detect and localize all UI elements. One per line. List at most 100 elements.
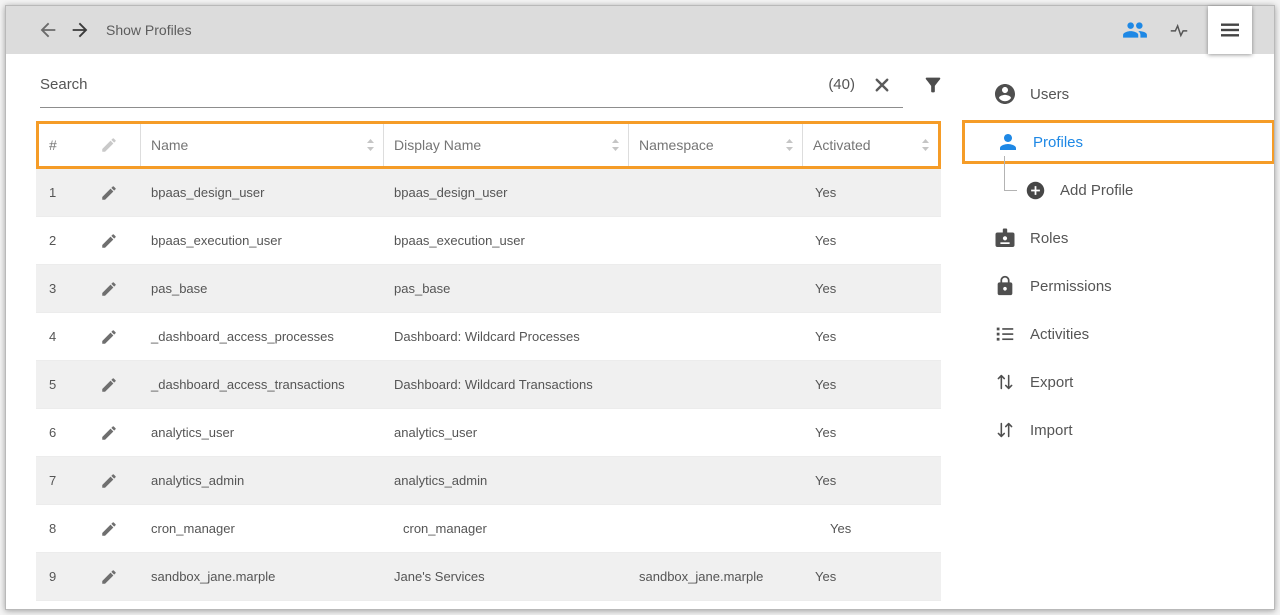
cell-index: 1: [39, 169, 85, 216]
cell-name: _dashboard_access_transactions: [141, 361, 384, 408]
edit-pencil-icon[interactable]: [99, 423, 119, 443]
cell-activated: Yes: [803, 457, 938, 504]
table-row[interactable]: 1 bpaas_design_user bpaas_design_user Ye…: [36, 169, 941, 217]
add-circle-icon: [1023, 178, 1047, 202]
cell-index: 3: [39, 265, 85, 312]
cell-index: 7: [39, 457, 85, 504]
cell-index: 4: [39, 313, 85, 360]
import-icon: [993, 418, 1017, 442]
account-circle-icon: [993, 82, 1017, 106]
cell-display-name: pas_base: [384, 265, 629, 312]
edit-pencil-icon[interactable]: [99, 375, 119, 395]
table-row[interactable]: 6 analytics_user analytics_user Yes: [36, 409, 941, 457]
users-group-icon[interactable]: [1120, 15, 1150, 45]
sidebar-item-label: Users: [1030, 86, 1069, 103]
cell-namespace: [629, 361, 803, 408]
cell-name: analytics_admin: [141, 457, 384, 504]
page-title: Show Profiles: [106, 22, 192, 38]
edit-pencil-icon[interactable]: [99, 567, 119, 587]
cell-edit: [85, 217, 141, 264]
edit-pencil-icon[interactable]: [99, 279, 119, 299]
sidebar-item-label: Permissions: [1030, 278, 1112, 295]
cell-edit: [85, 505, 141, 552]
sidebar-item-label: Roles: [1030, 230, 1068, 247]
cell-namespace: [629, 505, 803, 552]
search-input[interactable]: [40, 76, 828, 93]
sidebar-item-users[interactable]: Users: [947, 70, 1274, 118]
cell-activated: Yes: [803, 169, 938, 216]
cell-index: 8: [39, 505, 85, 552]
column-header-edit: [85, 124, 141, 166]
person-icon: [996, 130, 1020, 154]
profiles-table: # Name: [36, 121, 941, 601]
sidebar-item-label: Export: [1030, 374, 1073, 391]
sidebar-item-roles[interactable]: Roles: [947, 214, 1274, 262]
sort-arrows-icon: [921, 138, 930, 152]
activity-pulse-icon[interactable]: [1164, 15, 1194, 45]
cell-display-name: Dashboard: Wildcard Processes: [384, 313, 629, 360]
cell-name: _dashboard_access_processes: [141, 313, 384, 360]
table-row[interactable]: 2 bpaas_execution_user bpaas_execution_u…: [36, 217, 941, 265]
sidebar-item-permissions[interactable]: Permissions: [947, 262, 1274, 310]
forward-arrow-icon[interactable]: [68, 18, 92, 42]
sidebar-item-export[interactable]: Export: [947, 358, 1274, 406]
column-header-label: Display Name: [394, 137, 481, 153]
sort-arrows-icon: [611, 138, 620, 152]
edit-pencil-icon[interactable]: [99, 327, 119, 347]
edit-pencil-icon[interactable]: [99, 231, 119, 251]
edit-pencil-icon[interactable]: [99, 183, 119, 203]
cell-display-name: cron_manager: [384, 505, 629, 552]
cell-edit: [85, 409, 141, 456]
cell-index: 5: [39, 361, 85, 408]
column-header-display-name[interactable]: Display Name: [384, 124, 629, 166]
search-field-wrap: (40): [40, 62, 903, 108]
sidebar-item-label: Activities: [1030, 326, 1089, 343]
column-header-name[interactable]: Name: [141, 124, 384, 166]
column-header-label: #: [49, 137, 57, 153]
sidebar-item-import[interactable]: Import: [947, 406, 1274, 454]
back-arrow-icon[interactable]: [36, 18, 60, 42]
cell-namespace: sandbox_jane.marple: [629, 553, 803, 600]
cell-index: 2: [39, 217, 85, 264]
table-row[interactable]: 5 _dashboard_access_transactions Dashboa…: [36, 361, 941, 409]
table-row[interactable]: 7 analytics_admin analytics_admin Yes: [36, 457, 941, 505]
sort-arrows-icon: [366, 138, 375, 152]
column-header-activated[interactable]: Activated: [803, 124, 938, 166]
sidebar-item-label: Import: [1030, 422, 1073, 439]
search-bar: (40): [40, 62, 945, 108]
table-row[interactable]: 9 sandbox_jane.marple Jane's Services sa…: [36, 553, 941, 601]
cell-display-name: bpaas_execution_user: [384, 217, 629, 264]
checklist-icon: [993, 322, 1017, 346]
main-panel: (40) #: [6, 54, 947, 609]
column-header-label: Activated: [813, 137, 871, 153]
clear-search-icon[interactable]: [871, 74, 893, 96]
cell-edit: [85, 313, 141, 360]
screen: Show Profiles (40: [0, 0, 1280, 615]
sidebar-item-add-profile[interactable]: Add Profile: [947, 166, 1274, 214]
cell-edit: [85, 457, 141, 504]
result-count: (40): [828, 76, 855, 93]
table-row[interactable]: 8 cron_manager cron_manager Yes: [36, 505, 941, 553]
cell-display-name: analytics_admin: [384, 457, 629, 504]
edit-pencil-icon: [99, 135, 119, 155]
column-header-namespace[interactable]: Namespace: [629, 124, 803, 166]
badge-icon: [993, 226, 1017, 250]
cell-display-name: Jane's Services: [384, 553, 629, 600]
cell-activated: Yes: [803, 361, 938, 408]
sidebar-item-label: Add Profile: [1060, 182, 1133, 199]
filter-funnel-icon[interactable]: [921, 73, 945, 97]
cell-activated: Yes: [803, 265, 938, 312]
cell-index: 6: [39, 409, 85, 456]
column-header-index: #: [39, 124, 85, 166]
table-row[interactable]: 3 pas_base pas_base Yes: [36, 265, 941, 313]
edit-pencil-icon[interactable]: [99, 471, 119, 491]
menu-icon[interactable]: [1208, 6, 1252, 54]
sidebar-item-activities[interactable]: Activities: [947, 310, 1274, 358]
cell-display-name: bpaas_design_user: [384, 169, 629, 216]
cell-name: sandbox_jane.marple: [141, 553, 384, 600]
cell-name: analytics_user: [141, 409, 384, 456]
cell-display-name: Dashboard: Wildcard Transactions: [384, 361, 629, 408]
cell-edit: [85, 265, 141, 312]
table-row[interactable]: 4 _dashboard_access_processes Dashboard:…: [36, 313, 941, 361]
edit-pencil-icon[interactable]: [99, 519, 119, 539]
